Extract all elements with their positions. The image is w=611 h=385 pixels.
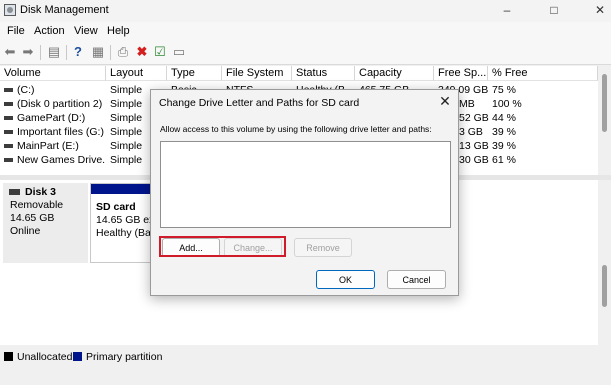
- menu-bar: File Action View Help: [0, 22, 611, 41]
- column-capacity[interactable]: Capacity: [355, 66, 434, 81]
- column-status[interactable]: Status: [292, 66, 355, 81]
- connect-drive-icon[interactable]: ⎙: [115, 44, 131, 60]
- volume-percent-free: 61 %: [492, 154, 516, 166]
- forward-arrow-icon[interactable]: ➡: [20, 44, 36, 60]
- volume-percent-free: 75 %: [492, 84, 516, 96]
- volume-list-scrollbar[interactable]: [598, 66, 611, 175]
- scrollbar-thumb[interactable]: [602, 74, 607, 132]
- column-volume[interactable]: Volume: [0, 66, 106, 81]
- column-file-system[interactable]: File System: [222, 66, 292, 81]
- volume-icon: [4, 102, 13, 106]
- drive-paths-list[interactable]: [160, 141, 451, 228]
- volume-icon: [4, 158, 13, 162]
- dialog-title: Change Drive Letter and Paths for SD car…: [159, 97, 360, 109]
- volume-icon: [4, 88, 13, 92]
- window-title: Disk Management: [20, 4, 109, 16]
- scrollbar-thumb[interactable]: [602, 265, 607, 307]
- toolbar-separator: [110, 45, 111, 60]
- legend-swatch-unallocated: [4, 352, 13, 361]
- volume-free-space: 52 GB: [459, 112, 489, 124]
- volume-name: Important files (G:): [17, 126, 104, 138]
- volume-layout: Simple: [110, 140, 143, 152]
- volume-layout: Simple: [110, 98, 143, 110]
- delete-icon[interactable]: ✖: [134, 44, 150, 60]
- partition-status: Healthy (Bas: [96, 227, 154, 239]
- partition-name: SD card: [96, 201, 136, 213]
- menu-file[interactable]: File: [7, 25, 25, 37]
- volume-layout: Simple: [110, 84, 143, 96]
- ok-button[interactable]: OK: [316, 270, 375, 289]
- properties-icon[interactable]: ▦: [90, 44, 106, 60]
- disk-icon: [9, 189, 20, 195]
- legend-swatch-primary: [73, 352, 82, 361]
- disk-list-icon[interactable]: ▤: [46, 44, 62, 60]
- legend-label-unallocated: Unallocated: [17, 351, 73, 363]
- volume-free-space: 3 GB: [459, 126, 483, 138]
- title-bar: Disk Management – □ ✕: [0, 0, 611, 22]
- check-icon[interactable]: ☑: [152, 44, 168, 60]
- cancel-button[interactable]: Cancel: [387, 270, 446, 289]
- legend-label-primary: Primary partition: [86, 351, 163, 363]
- volume-layout: Simple: [110, 154, 143, 166]
- disk-state: Online: [10, 225, 41, 237]
- menu-view[interactable]: View: [74, 25, 98, 37]
- column-type[interactable]: Type: [167, 66, 222, 81]
- view-icon[interactable]: ▭: [171, 44, 187, 60]
- column-layout[interactable]: Layout: [106, 66, 167, 81]
- volume-layout: Simple: [110, 126, 143, 138]
- volume-name: GamePart (D:): [17, 112, 86, 124]
- close-icon[interactable]: ✕: [592, 3, 608, 17]
- partition-size: 14.65 GB exF: [96, 214, 153, 226]
- partition-sd-card[interactable]: SD card 14.65 GB exF Healthy (Bas: [90, 183, 154, 263]
- toolbar-separator: [40, 45, 41, 60]
- disk-management-icon: [4, 4, 16, 16]
- toolbar: ⬅ ➡ ▤ ? ▦ ⎙ ✖ ☑ ▭: [0, 41, 611, 65]
- back-arrow-icon[interactable]: ⬅: [2, 44, 18, 60]
- menu-action[interactable]: Action: [34, 25, 65, 37]
- volume-percent-free: 39 %: [492, 126, 516, 138]
- menu-help[interactable]: Help: [107, 25, 130, 37]
- volume-free-space: 13 GB: [459, 140, 489, 152]
- volume-free-space: 30 GB: [459, 154, 489, 166]
- volume-layout: Simple: [110, 112, 143, 124]
- disk-pane-scrollbar[interactable]: [598, 180, 611, 345]
- disk-kind: Removable: [10, 199, 64, 211]
- volume-percent-free: 39 %: [492, 140, 516, 152]
- volume-free-space: MB: [459, 98, 475, 110]
- disk-name: Disk 3: [25, 186, 56, 198]
- dialog-description: Allow access to this volume by using the…: [160, 124, 432, 134]
- disk-info-panel[interactable]: Disk 3 Removable 14.65 GB Online: [3, 183, 88, 263]
- volume-icon: [4, 130, 13, 134]
- disk-size: 14.65 GB: [10, 212, 55, 224]
- toolbar-separator: [66, 45, 67, 60]
- volume-name: (C:): [17, 84, 35, 96]
- partition-header: [91, 184, 153, 194]
- change-drive-letter-dialog: Change Drive Letter and Paths for SD car…: [150, 89, 459, 296]
- volume-percent-free: 44 %: [492, 112, 516, 124]
- volume-icon: [4, 116, 13, 120]
- volume-percent-free: 100 %: [492, 98, 522, 110]
- maximize-icon[interactable]: □: [546, 3, 562, 17]
- column-percent-free[interactable]: % Free: [488, 66, 598, 81]
- remove-button[interactable]: Remove: [294, 238, 352, 257]
- column-free-space[interactable]: Free Sp...: [434, 66, 488, 81]
- highlight-box: [159, 236, 286, 257]
- minimize-icon[interactable]: –: [499, 3, 515, 17]
- volume-name: (Disk 0 partition 2): [17, 98, 103, 110]
- dialog-close-icon[interactable]: ✕: [437, 93, 453, 109]
- legend: Unallocated Primary partition: [0, 345, 611, 385]
- volume-icon: [4, 144, 13, 148]
- volume-name: New Games Drive...: [17, 154, 105, 166]
- volume-name: MainPart (E:): [17, 140, 79, 152]
- help-icon[interactable]: ?: [70, 44, 86, 60]
